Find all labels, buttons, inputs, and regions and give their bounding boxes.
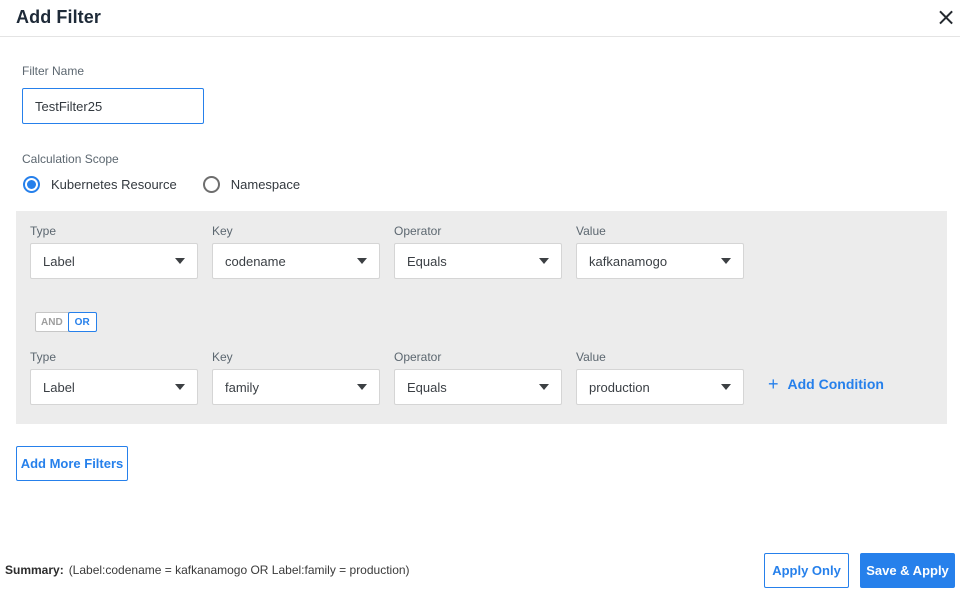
conditions-panel: Type Label Key codename Operator Equals … — [16, 211, 947, 424]
save-apply-button[interactable]: Save & Apply — [860, 553, 955, 588]
condition1-value-dropdown[interactable]: kafkanamogo — [576, 243, 744, 279]
operator-label: Operator — [394, 350, 442, 364]
summary-text: (Label:codename = kafkanamogo OR Label:f… — [68, 563, 410, 577]
condition2-operator-field: Operator Equals — [394, 351, 562, 405]
condition1-type-dropdown[interactable]: Label — [30, 243, 198, 279]
dropdown-value: production — [589, 379, 650, 395]
add-more-filters-button[interactable]: Add More Filters — [16, 446, 128, 481]
condition1-operator-field: Operator Equals — [394, 225, 562, 279]
chevron-down-icon — [721, 258, 731, 264]
radio-selected-icon — [23, 176, 40, 193]
chevron-down-icon — [175, 384, 185, 390]
condition2-operator-dropdown[interactable]: Equals — [394, 369, 562, 405]
page-title: Add Filter — [16, 7, 101, 27]
condition1-value-field: Value kafkanamogo — [576, 225, 744, 279]
chevron-down-icon — [721, 384, 731, 390]
dropdown-value: Equals — [407, 253, 447, 269]
radio-namespace[interactable]: Namespace — [202, 176, 301, 193]
dropdown-value: kafkanamogo — [589, 253, 668, 269]
add-condition-link[interactable]: + Add Condition — [768, 375, 884, 393]
chevron-down-icon — [175, 258, 185, 264]
radio-label: Kubernetes Resource — [51, 177, 177, 192]
close-icon[interactable]: × — [932, 2, 960, 32]
key-label: Key — [212, 224, 233, 238]
dropdown-value: codename — [225, 253, 286, 269]
operator-label: Operator — [394, 224, 442, 238]
dropdown-value: Label — [43, 379, 75, 395]
condition1-key-field: Key codename — [212, 225, 380, 279]
header-divider — [0, 36, 960, 37]
chevron-down-icon — [539, 258, 549, 264]
plus-icon: + — [768, 374, 779, 394]
type-label: Type — [30, 224, 57, 238]
filter-name-input[interactable] — [22, 88, 204, 124]
value-label: Value — [576, 224, 606, 238]
condition2-value-field: Value production — [576, 351, 744, 405]
add-condition-label: Add Condition — [787, 376, 884, 392]
calculation-scope-radio-group: Kubernetes Resource Namespace — [23, 176, 300, 193]
condition2-key-dropdown[interactable]: family — [212, 369, 380, 405]
apply-only-button[interactable]: Apply Only — [764, 553, 849, 588]
add-filter-dialog: Add Filter × Filter Name Calculation Sco… — [0, 0, 960, 595]
condition1-type-field: Type Label — [30, 225, 198, 279]
or-toggle-button[interactable]: OR — [67, 312, 97, 332]
type-label: Type — [30, 350, 57, 364]
summary-label: Summary: — [5, 563, 64, 577]
filter-name-label: Filter Name — [22, 64, 85, 78]
dropdown-value: family — [225, 379, 259, 395]
dropdown-value: Equals — [407, 379, 447, 395]
chevron-down-icon — [357, 258, 367, 264]
logic-toggle: AND OR — [35, 312, 97, 332]
and-toggle-button[interactable]: AND — [35, 312, 69, 332]
radio-kubernetes-resource[interactable]: Kubernetes Resource — [23, 176, 177, 193]
key-label: Key — [212, 350, 233, 364]
chevron-down-icon — [357, 384, 367, 390]
summary: Summary: (Label:codename = kafkanamogo OR… — [5, 563, 410, 577]
condition1-key-dropdown[interactable]: codename — [212, 243, 380, 279]
condition1-operator-dropdown[interactable]: Equals — [394, 243, 562, 279]
dropdown-value: Label — [43, 253, 75, 269]
radio-unselected-icon — [202, 176, 220, 193]
condition2-type-dropdown[interactable]: Label — [30, 369, 198, 405]
value-label: Value — [576, 350, 606, 364]
condition2-value-dropdown[interactable]: production — [576, 369, 744, 405]
condition2-key-field: Key family — [212, 351, 380, 405]
radio-dot — [27, 180, 36, 189]
condition2-type-field: Type Label — [30, 351, 198, 405]
radio-label: Namespace — [230, 177, 301, 192]
chevron-down-icon — [539, 384, 549, 390]
calculation-scope-label: Calculation Scope — [22, 152, 119, 166]
